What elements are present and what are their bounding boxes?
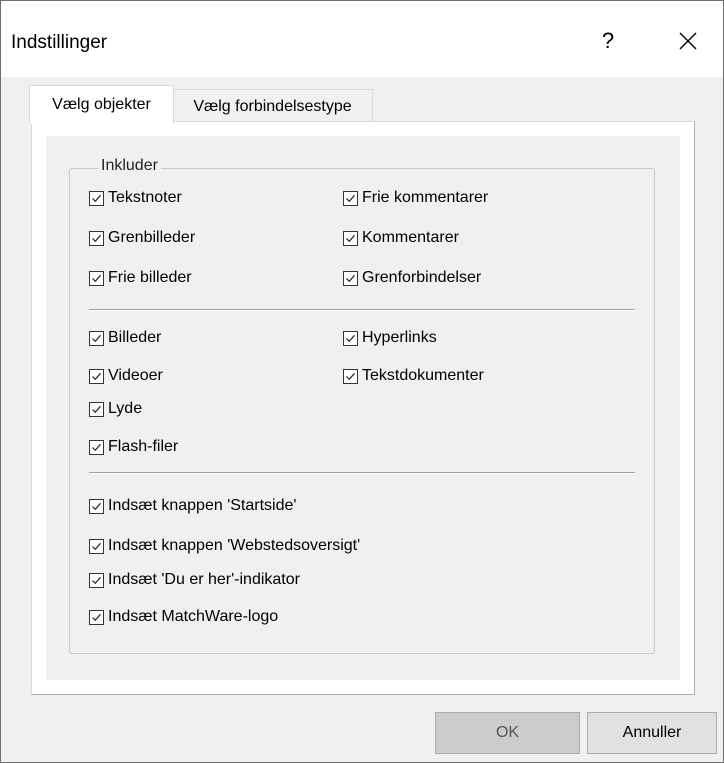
checkbox[interactable]: Billeder (89, 329, 161, 347)
settings-dialog: Indstillinger ? Vælg objekter Vælg forbi… (0, 0, 724, 763)
checkbox-label: Frie kommentarer (362, 189, 489, 206)
tab-label: Vælg forbindelsestype (193, 97, 352, 115)
checkmark-icon (92, 576, 101, 584)
checkbox-label: Billeder (108, 329, 162, 346)
checkbox-label: Lyde (108, 400, 143, 417)
ok-button[interactable]: OK (435, 712, 580, 754)
close-button[interactable] (665, 21, 711, 61)
checkmark-icon (92, 443, 101, 451)
checkmark-icon (92, 502, 101, 510)
checkmark-icon (92, 194, 101, 202)
checkbox-box[interactable] (89, 230, 104, 246)
separator (89, 472, 635, 474)
close-icon (679, 32, 697, 50)
checkmark-icon (92, 372, 101, 380)
checkmark-icon (346, 234, 355, 242)
groupbox-legend: Inkluder (98, 157, 161, 175)
checkbox-box[interactable] (89, 609, 104, 625)
checkbox-label: Indsæt knappen 'Webstedsoversigt' (108, 537, 361, 554)
checkbox-box[interactable] (343, 330, 358, 346)
tab-select-connection-type[interactable]: Vælg forbindelsestype (172, 89, 373, 124)
checkbox-box[interactable] (89, 538, 104, 554)
checkbox-box[interactable] (343, 368, 358, 384)
checkbox[interactable]: Frie billeder (89, 269, 192, 287)
cancel-button[interactable]: Annuller (587, 712, 717, 754)
checkbox-label: Tekstdokumenter (362, 367, 484, 384)
checkbox[interactable]: Lyde (89, 400, 142, 418)
checkbox[interactable]: Indsæt MatchWare-logo (89, 608, 278, 626)
checkbox-box[interactable] (343, 270, 358, 286)
checkbox[interactable]: Grenbilleder (89, 229, 195, 247)
checkbox-label: Indsæt MatchWare-logo (108, 608, 279, 625)
checkmark-icon (92, 234, 101, 242)
checkbox-box[interactable] (89, 270, 104, 286)
checkbox-label: Hyperlinks (362, 329, 437, 346)
checkbox-label: Indsæt 'Du er her'-indikator (108, 571, 300, 588)
checkbox-label: Kommentarer (362, 229, 459, 246)
checkmark-icon (346, 334, 355, 342)
checkbox[interactable]: Indsæt knappen 'Startside' (89, 497, 296, 515)
checkbox[interactable]: Flash-filer (89, 438, 178, 456)
checkbox-label: Flash-filer (108, 438, 179, 455)
checkbox[interactable]: Kommentarer (343, 229, 459, 247)
checkbox[interactable]: Videoer (89, 367, 163, 385)
checkmark-icon (346, 274, 355, 282)
help-button[interactable]: ? (585, 21, 631, 61)
checkbox[interactable]: Tekstdokumenter (343, 367, 484, 385)
checkmark-icon (92, 334, 101, 342)
title-bar: Indstillinger ? (1, 1, 723, 77)
checkbox[interactable]: Frie kommentarer (343, 189, 488, 207)
separator (89, 309, 635, 311)
dialog-title: Indstillinger (11, 32, 108, 53)
checkbox-label: Grenforbindelser (362, 269, 482, 286)
checkmark-icon (92, 613, 101, 621)
checkmark-icon (346, 194, 355, 202)
checkbox-box[interactable] (89, 330, 104, 346)
checkbox-box[interactable] (89, 572, 104, 588)
help-icon: ? (601, 28, 615, 53)
checkmark-icon (92, 542, 101, 550)
checkbox-box[interactable] (89, 439, 104, 455)
checkbox-box[interactable] (89, 401, 104, 417)
checkbox-label: Videoer (108, 367, 163, 384)
checkbox-label: Tekstnoter (108, 189, 182, 206)
checkmark-icon (92, 274, 101, 282)
checkbox[interactable]: Grenforbindelser (343, 269, 481, 287)
tab-select-objects[interactable]: Vælg objekter (29, 85, 174, 124)
checkbox-box[interactable] (89, 368, 104, 384)
checkmark-icon (92, 405, 101, 413)
checkbox[interactable]: Indsæt knappen 'Webstedsoversigt' (89, 537, 360, 555)
checkbox[interactable]: Hyperlinks (343, 329, 437, 347)
checkbox-label: Grenbilleder (108, 229, 196, 246)
checkbox-box[interactable] (89, 190, 104, 206)
checkbox-box[interactable] (343, 190, 358, 206)
checkbox-label: Indsæt knappen 'Startside' (108, 497, 297, 514)
checkbox-label: Frie billeder (108, 269, 192, 286)
checkbox[interactable]: Tekstnoter (89, 189, 182, 207)
checkmark-icon (346, 372, 355, 380)
checkbox-box[interactable] (343, 230, 358, 246)
checkbox-box[interactable] (89, 498, 104, 514)
tab-label: Vælg objekter (52, 95, 151, 113)
checkbox[interactable]: Indsæt 'Du er her'-indikator (89, 571, 300, 589)
